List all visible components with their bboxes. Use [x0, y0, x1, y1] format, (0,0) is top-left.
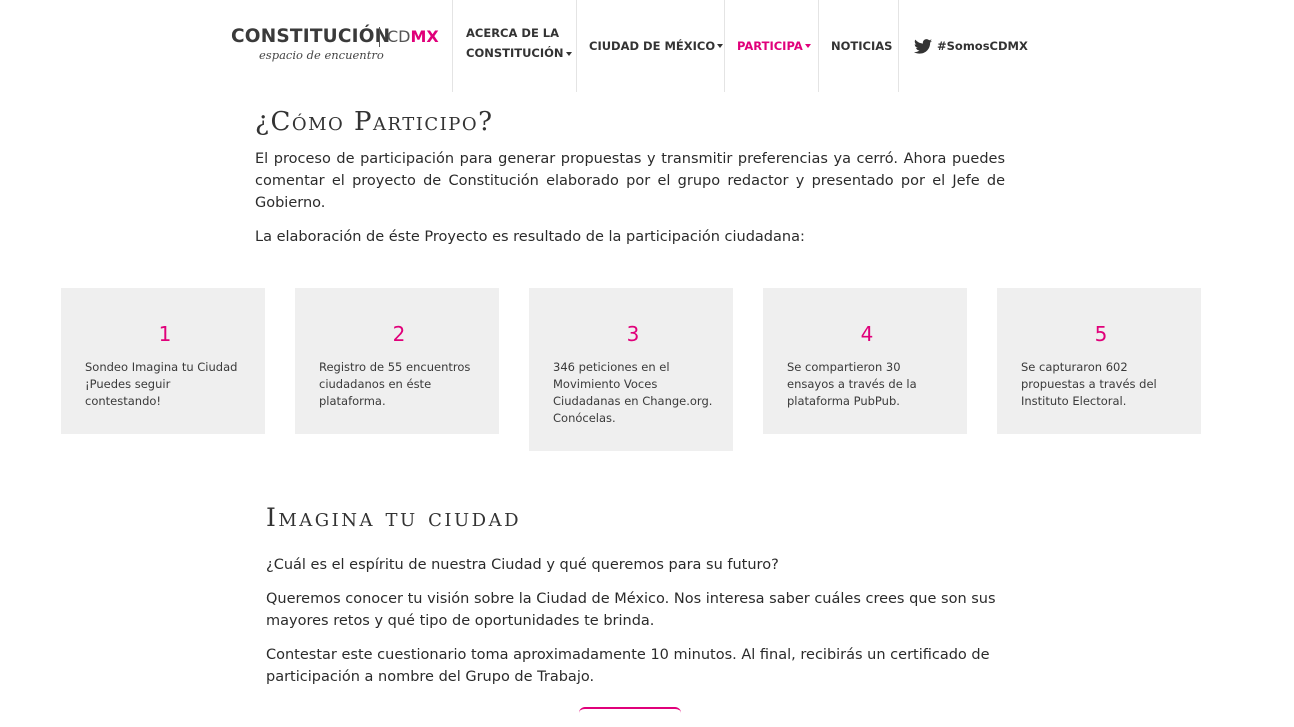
- page-title: ¿Cómo Participo?: [255, 107, 494, 137]
- logo-title: CONSTITUCIÓN: [231, 26, 391, 47]
- card-number: 5: [1094, 322, 1108, 346]
- logo-divider: [379, 27, 380, 47]
- intro-paragraph: El proceso de participación para generar…: [255, 151, 1005, 211]
- card-text: Se capturaron 602 propuestas a través de…: [1021, 360, 1157, 408]
- site-header: CONSTITUCIÓN CDMX espacio de encuentro A…: [0, 0, 1294, 92]
- imagina-duration-note: Contestar este cuestionario toma aproxim…: [266, 647, 990, 685]
- participation-lead: La elaboración de éste Proyecto es resul…: [255, 229, 805, 245]
- chevron-down-icon: [804, 44, 811, 48]
- nav-somos-cdmx[interactable]: #SomosCDMX: [898, 0, 1032, 92]
- card-number: 1: [158, 322, 172, 346]
- imagina-question: ¿Cuál es el espíritu de nuestra Ciudad y…: [266, 557, 779, 573]
- imagina-description: Queremos conocer tu visión sobre la Ciud…: [266, 591, 996, 629]
- card-text: Sondeo Imagina tu Ciudad ¡Puedes seguir …: [85, 360, 238, 408]
- card-text: Registro de 55 encuentros ciudadanos en …: [319, 360, 471, 408]
- site-logo[interactable]: CONSTITUCIÓN CDMX espacio de encuentro: [231, 25, 441, 65]
- survey-button[interactable]: [579, 707, 681, 727]
- logo-subtitle: espacio de encuentro: [259, 48, 384, 62]
- nav-participa[interactable]: PARTICIPA: [724, 0, 818, 92]
- nav-ciudad-de-mexico[interactable]: CIUDAD DE MÉXICO: [576, 0, 724, 92]
- card-text: 346 peticiones en el Movimiento Voces Ci…: [553, 360, 713, 425]
- nav-acerca-de-la-constitucion[interactable]: ACERCA DE LA CONSTITUCIÓN: [452, 0, 576, 92]
- twitter-icon: [914, 38, 932, 54]
- section-title-imagina: Imagina tu ciudad: [266, 503, 522, 532]
- card-number: 4: [860, 322, 874, 346]
- card-number: 2: [392, 322, 406, 346]
- card-text: Se compartieron 30 ensayos a través de l…: [787, 360, 917, 408]
- chevron-down-icon: [565, 51, 572, 56]
- participation-card-3[interactable]: 3 346 peticiones en el Movimiento Voces …: [529, 288, 733, 451]
- chevron-down-icon: [717, 44, 724, 48]
- participation-card-2[interactable]: 2 Registro de 55 encuentros ciudadanos e…: [295, 288, 499, 434]
- participation-card-1[interactable]: 1 Sondeo Imagina tu Ciudad ¡Puedes segui…: [61, 288, 265, 434]
- participation-card-4[interactable]: 4 Se compartieron 30 ensayos a través de…: [763, 288, 967, 434]
- participation-card-5[interactable]: 5 Se capturaron 602 propuestas a través …: [997, 288, 1201, 434]
- logo-cdmx: CDMX: [387, 27, 439, 46]
- card-number: 3: [626, 322, 640, 346]
- nav-noticias[interactable]: NOTICIAS: [818, 0, 898, 92]
